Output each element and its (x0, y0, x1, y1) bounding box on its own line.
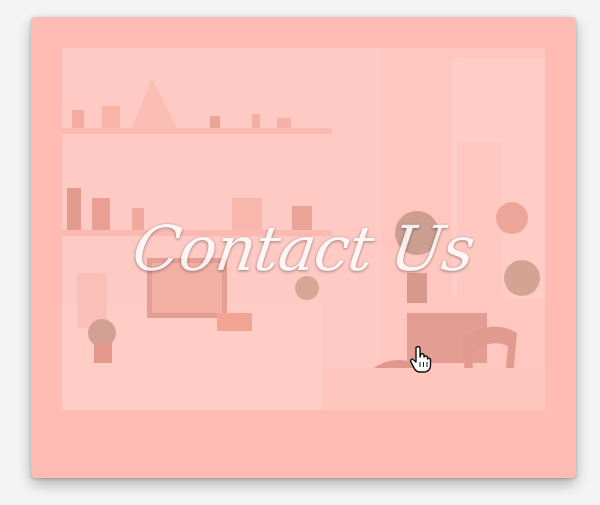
page: Contact Us (0, 0, 600, 505)
contact-us-heading[interactable]: Contact Us (62, 212, 545, 285)
room-photo: Contact Us (62, 48, 545, 410)
hand-pointer-icon (408, 345, 434, 373)
contact-us-card[interactable]: Contact Us (31, 17, 576, 478)
